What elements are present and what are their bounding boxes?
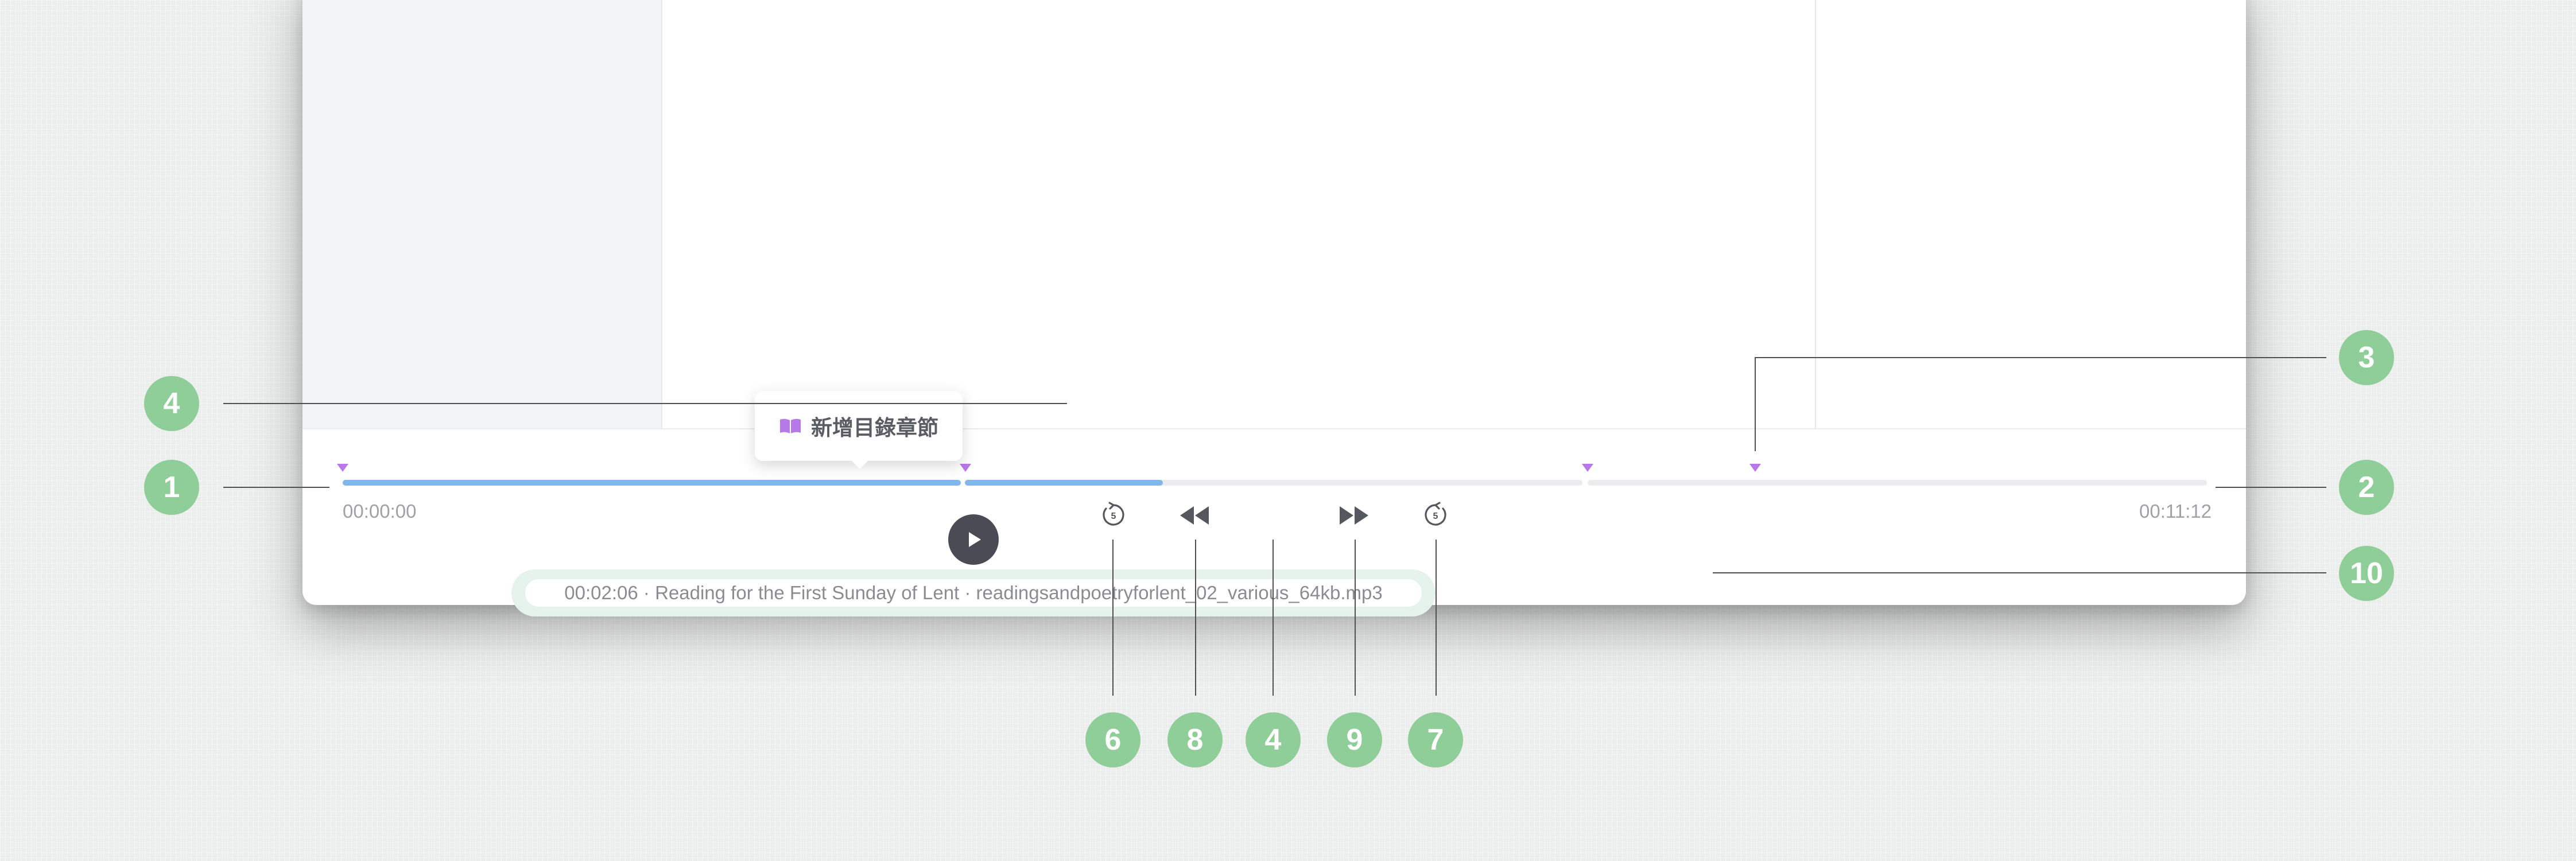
leader-line <box>1436 540 1437 696</box>
progress-segment-3[interactable] <box>1588 480 2207 486</box>
add-chapter-tooltip[interactable]: 新增目錄章節 <box>755 391 963 469</box>
chapter-marker[interactable] <box>1582 464 1593 472</box>
replay-5-button[interactable]: 5 <box>1099 501 1128 529</box>
fast-forward-icon <box>1340 506 1368 525</box>
leader-line <box>223 487 329 488</box>
forward-seconds-label: 5 <box>1433 511 1438 521</box>
leader-line <box>1355 540 1356 696</box>
callout-7: 7 <box>1408 712 1463 767</box>
leader-line <box>1713 572 2326 573</box>
callout-10: 10 <box>2339 546 2394 601</box>
leader-line <box>1273 540 1274 696</box>
leader-line <box>223 403 1067 404</box>
track-info-pill: 00:02:06 · Reading for the First Sunday … <box>511 569 1436 616</box>
leader-line <box>2216 487 2326 488</box>
next-chapter-button[interactable] <box>1337 503 1372 528</box>
previous-chapter-button[interactable] <box>1177 503 1211 528</box>
leader-line <box>1755 357 2326 358</box>
progress-segment-1[interactable] <box>343 480 961 486</box>
progress-segment-2[interactable] <box>965 480 1582 486</box>
callout-8: 8 <box>1167 712 1223 767</box>
add-chapter-label: 新增目錄章節 <box>811 416 938 440</box>
book-open-icon <box>780 418 801 433</box>
leader-line <box>1755 357 1756 451</box>
track-info-text: 00:02:06 · Reading for the First Sunday … <box>525 579 1422 607</box>
chapter-sidebar <box>302 0 662 428</box>
right-panel <box>1815 0 2246 428</box>
callout-1: 1 <box>144 460 199 515</box>
chapter-marker[interactable] <box>1749 464 1761 472</box>
callout-2: 2 <box>2339 460 2394 515</box>
callout-4-tooltip: 4 <box>144 376 199 431</box>
rewind-5s-icon: 5 <box>1103 502 1124 526</box>
current-time: 00:00:00 <box>343 501 417 522</box>
chapter-marker[interactable] <box>960 464 971 472</box>
forward-5-button[interactable]: 5 <box>1421 501 1450 529</box>
fast-rewind-icon <box>1180 506 1209 525</box>
player-divider <box>302 428 2246 429</box>
callout-4-play: 4 <box>1246 712 1301 767</box>
duration-time: 00:11:12 <box>2139 501 2212 522</box>
callout-6: 6 <box>1085 712 1140 767</box>
player-window <box>302 0 2246 605</box>
callout-3: 3 <box>2339 330 2394 385</box>
play-icon <box>969 532 981 547</box>
leader-line <box>1112 540 1114 696</box>
replay-seconds-label: 5 <box>1111 511 1116 521</box>
callout-9: 9 <box>1327 712 1382 767</box>
chapter-marker[interactable] <box>337 464 348 472</box>
play-button[interactable] <box>948 514 999 565</box>
leader-line <box>1195 540 1196 696</box>
forward-5s-icon: 5 <box>1425 502 1446 526</box>
